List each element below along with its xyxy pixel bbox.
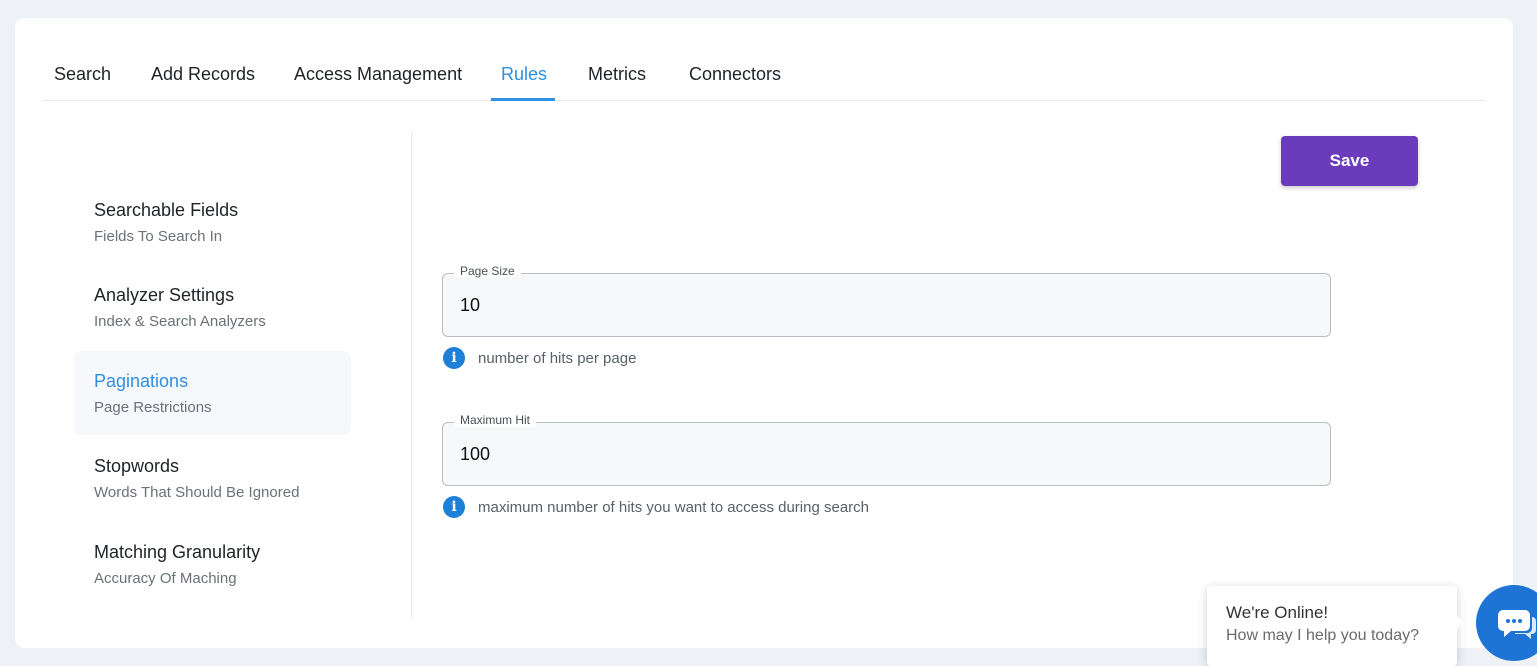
page-size-input[interactable] [443, 274, 1330, 336]
sidebar-item-subtitle: Index & Search Analyzers [94, 313, 266, 330]
sidebar-item-title: Paginations [94, 371, 189, 391]
sidebar-item-analyzer-settings[interactable]: Analyzer Settings Index & Search Analyze… [74, 265, 351, 349]
tab-metrics[interactable]: Metrics [588, 64, 646, 85]
sidebar-item-title: Matching Granularity [94, 542, 261, 562]
tab-rules[interactable]: Rules [501, 64, 547, 85]
tab-search[interactable]: Search [54, 64, 111, 85]
tab-add-records[interactable]: Add Records [151, 64, 255, 85]
maximum-hit-hint-text: maximum number of hits you want to acces… [478, 498, 870, 516]
page-size-field[interactable]: Page Size [442, 264, 1331, 337]
vertical-divider [411, 132, 412, 618]
sidebar-item-subtitle: Words That Should Be Ignored [94, 484, 300, 501]
rules-card: Search Add Records Access Management Rul… [15, 18, 1513, 648]
chat-greeting-bubble[interactable]: We're Online! How may I help you today? [1207, 586, 1457, 666]
active-tab-indicator [491, 98, 555, 101]
chat-icon [1498, 610, 1536, 639]
info-icon: i [443, 347, 465, 369]
info-icon: i [443, 496, 465, 518]
page-size-hint-text: number of hits per page [478, 349, 637, 367]
tab-bar: Search Add Records Access Management Rul… [43, 18, 1485, 101]
tab-connectors[interactable]: Connectors [689, 64, 781, 85]
chat-subtitle: How may I help you today? [1226, 627, 1419, 644]
maximum-hit-hint: i maximum number of hits you want to acc… [443, 496, 869, 518]
tab-access-management[interactable]: Access Management [294, 64, 462, 85]
maximum-hit-field[interactable]: Maximum Hit [442, 413, 1331, 486]
sidebar-item-searchable-fields[interactable]: Searchable Fields Fields To Search In [74, 180, 351, 264]
save-button[interactable]: Save [1281, 136, 1418, 186]
sidebar-item-stopwords[interactable]: Stopwords Words That Should Be Ignored [74, 436, 351, 520]
sidebar-item-paginations[interactable]: Paginations Page Restrictions [74, 351, 351, 435]
page-size-hint: i number of hits per page [443, 347, 636, 369]
sidebar-item-title: Searchable Fields [94, 200, 239, 220]
chat-bubble-pointer [1455, 614, 1464, 630]
chat-launcher-button[interactable] [1476, 585, 1537, 661]
sidebar-item-subtitle: Page Restrictions [94, 399, 212, 416]
sidebar-item-matching-granularity[interactable]: Matching Granularity Accuracy Of Maching [74, 522, 351, 606]
sidebar-item-title: Analyzer Settings [94, 285, 235, 305]
sidebar-item-title: Stopwords [94, 456, 180, 476]
chat-title: We're Online! [1226, 603, 1329, 622]
sidebar-item-subtitle: Fields To Search In [94, 228, 223, 245]
sidebar-item-subtitle: Accuracy Of Maching [94, 570, 237, 587]
maximum-hit-input[interactable] [443, 423, 1330, 485]
